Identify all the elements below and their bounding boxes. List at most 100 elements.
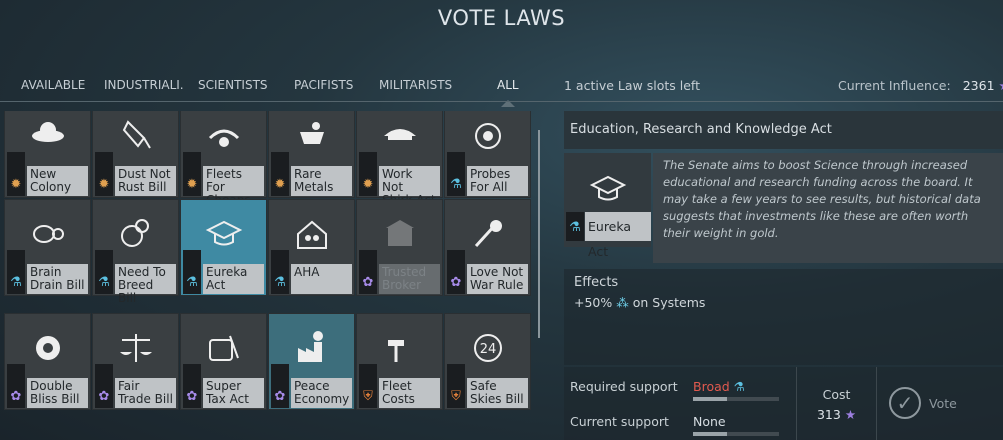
- tab-industrialists[interactable]: INDUSTRIALI.: [104, 78, 184, 92]
- law-label: Fleet Costs: [379, 378, 440, 408]
- science-molecule-icon: ⁂: [616, 295, 629, 310]
- law-card[interactable]: ✹ New Colony: [4, 111, 91, 198]
- law-card[interactable]: ✿ Fair Trade Bill: [92, 313, 179, 410]
- scales-icon: [119, 334, 152, 362]
- law-detail-title: Education, Research and Knowledge Act: [564, 111, 1003, 149]
- law-label: Probes For All: [467, 166, 528, 196]
- bliss-rose-icon: [35, 336, 60, 360]
- ship-wrench-icon: [208, 129, 239, 147]
- law-label: Rare Metals: [291, 166, 352, 196]
- cost-value: 313: [816, 407, 841, 422]
- law-label: Peace Economy: [291, 378, 352, 408]
- current-support-bar: [693, 432, 779, 436]
- law-label: New Colony: [27, 166, 88, 196]
- law-card[interactable]: ✹ Rare Metals: [268, 111, 355, 198]
- faction-strip: ✹: [7, 152, 25, 196]
- law-card[interactable]: ⚗ AHA: [268, 199, 355, 296]
- scroll-quill-icon: [208, 335, 239, 361]
- tab-available[interactable]: AVAILABLE: [21, 78, 85, 92]
- pacifist-flower-icon: ✿: [274, 389, 286, 404]
- effects-section: Effects +50% ⁂ on Systems: [564, 269, 1003, 365]
- law-card[interactable]: ✿ Double Bliss Bill: [4, 313, 91, 410]
- law-card[interactable]: ✹ Dust Not Rust Bill: [92, 111, 179, 198]
- tab-militarists[interactable]: MILITARISTS: [379, 78, 452, 92]
- law-detail-panel: Education, Research and Knowledge Act ⚗ …: [564, 111, 1003, 440]
- faction-strip: ✿: [359, 250, 377, 294]
- factory-cloud-icon: [297, 331, 323, 362]
- grid-scrollbar[interactable]: [538, 130, 540, 338]
- science-flask-icon: ⚗: [450, 177, 462, 192]
- law-label: Fleets For Cheaps: [203, 166, 264, 207]
- law-card[interactable]: ✿ Super Tax Act: [180, 313, 267, 410]
- cost-value-line: 313 ★: [797, 407, 876, 422]
- cost-label: Cost: [822, 387, 851, 402]
- science-flask-icon: ⚗: [98, 275, 110, 290]
- vote-button[interactable]: ✓ Vote: [876, 367, 1003, 440]
- faction-strip: ✹: [359, 152, 377, 196]
- militarist-helmet-icon: ⛨: [451, 389, 461, 404]
- spray-can-icon: [122, 120, 151, 149]
- law-detail-name: Eureka Act: [585, 212, 651, 259]
- house-people-icon: [296, 220, 327, 249]
- effects-header: Effects: [574, 275, 619, 290]
- faction-strip: ✿: [183, 364, 201, 408]
- influence-value: 2361: [962, 78, 995, 93]
- law-card-active[interactable]: ✿ Peace Economy: [268, 313, 355, 410]
- law-card[interactable]: ⚗ Brain Drain Bill: [4, 199, 91, 296]
- law-card[interactable]: ✹ Fleets For Cheaps: [180, 111, 267, 207]
- law-detail-card: ⚗ Eureka Act: [564, 153, 651, 259]
- law-card[interactable]: 24 ⛨ Safe Skies Bill: [444, 313, 531, 410]
- graduation-cap-icon: [589, 175, 626, 201]
- faction-strip: ⚗: [271, 250, 289, 294]
- faction-strip: ⛨: [359, 364, 377, 408]
- faction-strip: ✹: [183, 152, 201, 196]
- required-support-value: Broad ⚗: [693, 379, 745, 394]
- law-label: Super Tax Act: [203, 378, 264, 408]
- pacifist-flower-icon: ✿: [362, 275, 374, 290]
- law-card[interactable]: ⛨ Fleet Costs: [356, 313, 443, 410]
- faction-strip: ⚗: [447, 152, 465, 196]
- broken-sword-flower-icon: [474, 220, 502, 248]
- tab-scientists[interactable]: SCIENTISTS: [198, 78, 268, 92]
- law-label: Brain Drain Bill: [27, 264, 88, 294]
- law-card[interactable]: ✿ Love Not War Rule: [444, 199, 531, 296]
- probe-galaxy-icon: [474, 123, 501, 149]
- faction-tabs: AVAILABLE INDUSTRIALI. SCIENTISTS PACIFI…: [0, 78, 540, 107]
- influence-label: Current Influence:: [838, 78, 951, 93]
- pacifist-flower-icon: ✿: [186, 389, 198, 404]
- pacifist-flower-icon: ✿: [98, 389, 110, 404]
- cost-box: Cost 313 ★: [796, 367, 876, 440]
- law-slots-text: 1 active Law slots left: [564, 78, 700, 93]
- law-label: Eureka Act: [203, 264, 264, 294]
- tab-pacifists[interactable]: PACIFISTS: [294, 78, 353, 92]
- law-card-selected[interactable]: ⚗ Eureka Act: [180, 199, 267, 296]
- effect-target: on Systems: [632, 295, 706, 310]
- law-label: Need To Breed Bill: [115, 264, 176, 305]
- science-flask-icon: ⚗: [274, 275, 286, 290]
- magnifier-cell-icon: [120, 219, 149, 247]
- industry-gear-icon: ✹: [98, 177, 110, 192]
- industry-gear-icon: ✹: [362, 177, 374, 192]
- faction-strip: ✿: [95, 364, 113, 408]
- law-card[interactable]: ⚗ Need To Breed Bill: [92, 199, 179, 305]
- influence-star-icon: ★: [844, 407, 857, 422]
- page-title: VOTE LAWS: [437, 6, 566, 30]
- law-grid: ✹ New Colony ✹ Dust Not Rust Bill ✹ Flee…: [4, 111, 532, 418]
- law-card[interactable]: ✹ Work Not Shirk Act: [356, 111, 443, 207]
- law-label: Dust Not Rust Bill: [115, 166, 176, 196]
- hammer-ship-icon: [387, 340, 404, 362]
- science-flask-icon: ⚗: [733, 379, 745, 394]
- faction-strip: ⚗: [7, 250, 25, 294]
- faction-strip: ⚗: [183, 250, 201, 294]
- faction-strip: ✹: [271, 152, 289, 196]
- pacifist-flower-icon: ✿: [10, 389, 22, 404]
- effect-value: +50%: [574, 295, 613, 310]
- required-support-text: Broad: [693, 379, 730, 394]
- militarist-helmet-icon: ⛨: [363, 389, 373, 404]
- law-card[interactable]: ⚗ Probes For All: [444, 111, 531, 198]
- tab-all[interactable]: ALL: [497, 78, 519, 107]
- law-label: AHA: [291, 264, 352, 294]
- current-support-value: None: [693, 414, 726, 429]
- law-label: Double Bliss Bill: [27, 378, 88, 408]
- law-card-disabled[interactable]: ✿ Trusted Broker: [356, 199, 443, 296]
